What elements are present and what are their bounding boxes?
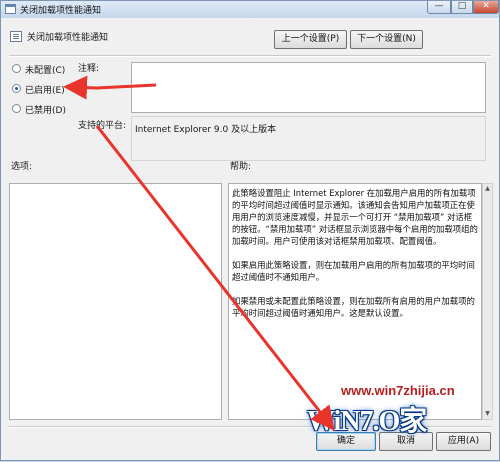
help-paragraph: 如果禁用或未配置此策略设置，则在加载所有启用的用户加载项的平均时间超过阈值时通知… xyxy=(232,296,475,318)
setting-title: 关闭加载项性能通知 xyxy=(27,33,109,43)
next-setting-button[interactable]: 下一个设置(N) xyxy=(350,30,423,49)
setting-icon xyxy=(10,31,22,42)
radio-enabled-dot[interactable] xyxy=(12,84,21,93)
header-divider xyxy=(9,55,491,57)
help-paragraph: 如果启用此策略设置，则在加载用户启用的所有加载项的平均时间超过阈值时不通知用户。 xyxy=(232,260,475,282)
comment-label: 注释: xyxy=(78,64,100,74)
scroll-up-arrow-icon[interactable]: ▲ xyxy=(483,184,492,194)
help-label: 帮助: xyxy=(230,162,252,172)
watermark-logo: WiN7.O家 xyxy=(307,406,427,437)
title-bar[interactable]: 关闭加载项性能通知 — □ ✕ xyxy=(1,1,499,18)
radio-disabled-label: 已禁用(D) xyxy=(25,106,66,116)
site-watermark: www.win7zhijia.cn WiN7.O家 xyxy=(299,383,499,443)
supported-platform-field: Internet Explorer 9.0 及以上版本 xyxy=(131,116,486,161)
radio-not-configured-label: 未配置(C) xyxy=(25,66,66,76)
watermark-url: www.win7zhijia.cn xyxy=(341,383,455,398)
comment-textarea[interactable] xyxy=(131,62,486,113)
maximize-button[interactable]: □ xyxy=(451,1,473,14)
close-button[interactable]: ✕ xyxy=(473,1,499,14)
previous-setting-button[interactable]: 上一个设置(P) xyxy=(274,30,347,49)
window-title: 关闭加载项性能通知 xyxy=(20,6,102,16)
options-panel xyxy=(9,183,222,420)
radio-enabled-label: 已启用(E) xyxy=(25,86,65,96)
radio-not-configured-dot[interactable] xyxy=(12,64,21,73)
policy-dialog-window: 关闭加载项性能通知 — □ ✕ 关闭加载项性能通知 上一个设置(P) 下一个设置… xyxy=(0,0,500,461)
radio-disabled-dot[interactable] xyxy=(12,104,21,113)
minimize-button[interactable]: — xyxy=(427,1,451,14)
help-paragraph: 此策略设置阻止 Internet Explorer 在加载用户启用的所有加载项的… xyxy=(232,188,478,246)
options-label: 选项: xyxy=(11,162,33,172)
policy-window-icon xyxy=(5,4,16,14)
supported-platform-label: 支持的平台: xyxy=(78,121,127,131)
